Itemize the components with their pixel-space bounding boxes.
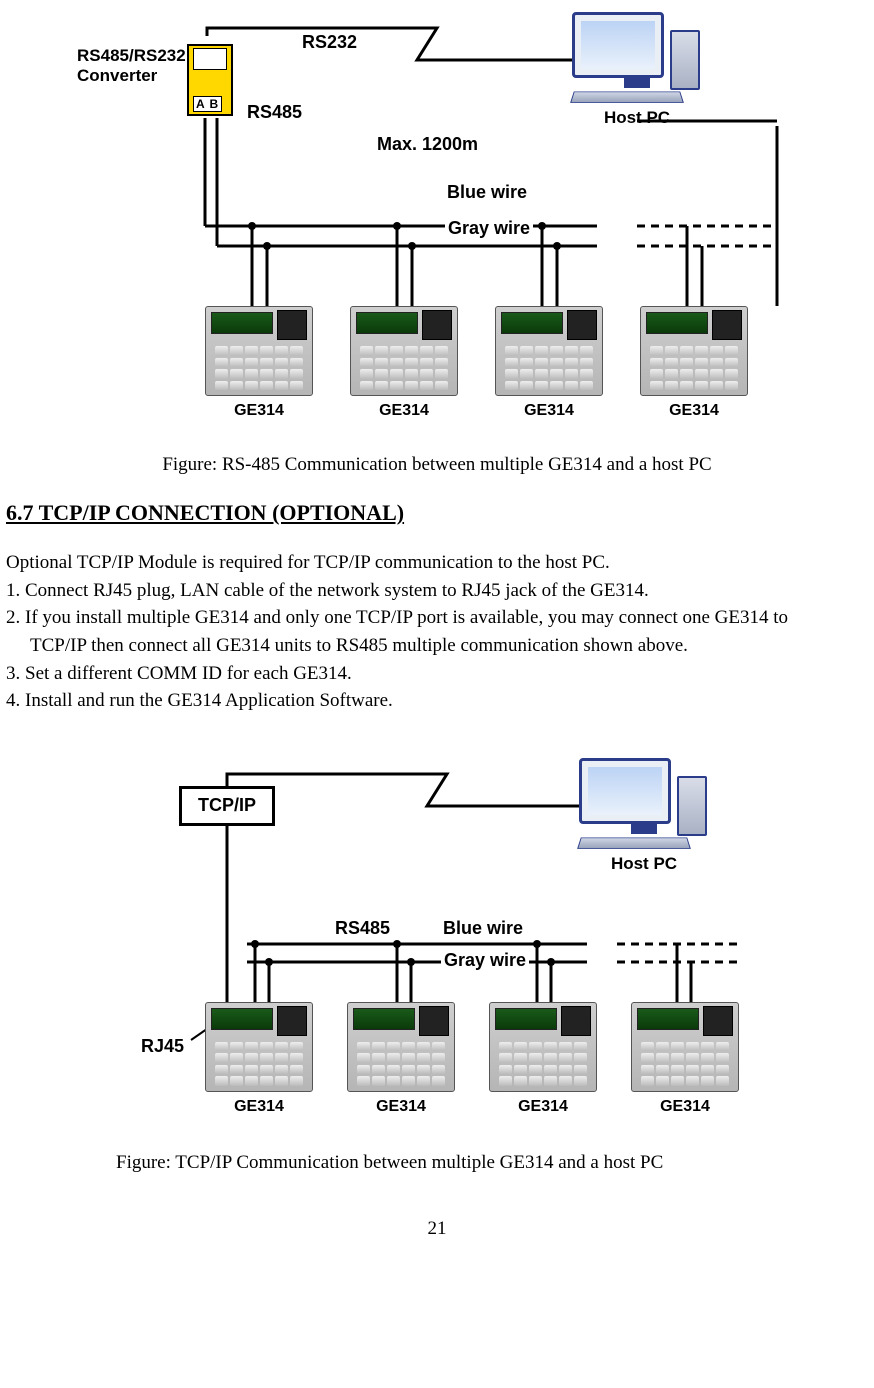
figure-tcpip: TCP/IP RS485 Blue wire Gray wire RJ45 Ho…	[6, 754, 868, 1134]
tcpip-box-label: TCP/IP	[198, 795, 256, 816]
device2-4-label: GE314	[631, 1098, 739, 1116]
device-1: GE314	[205, 306, 313, 420]
host-pc-2-label: Host PC	[579, 854, 709, 874]
page-number: 21	[6, 1218, 868, 1240]
pc-stand-icon	[624, 78, 650, 88]
section-p4: 4. Install and run the GE314 Application…	[6, 688, 868, 714]
converter-ab-label: A B	[193, 96, 222, 112]
device-4-label: GE314	[640, 402, 748, 420]
device-2-label: GE314	[350, 402, 458, 420]
pc-stand-icon	[631, 824, 657, 834]
pc-keyboard-icon	[570, 91, 684, 102]
pc-monitor-icon	[572, 12, 664, 78]
pc-tower-icon	[677, 776, 707, 836]
device-3-label: GE314	[495, 402, 603, 420]
label-blue-wire: Blue wire	[447, 182, 527, 203]
label-rj45: RJ45	[141, 1036, 184, 1057]
section-p3: 3. Set a different COMM ID for each GE31…	[6, 661, 868, 687]
device2-3: GE314	[489, 1002, 597, 1116]
device-reader-icon	[277, 310, 307, 340]
label-gray-wire-2: Gray wire	[441, 950, 529, 971]
device-keypad-icon	[215, 346, 303, 390]
device-3: GE314	[495, 306, 603, 420]
section-heading: 6.7 TCP/IP CONNECTION (OPTIONAL)	[6, 500, 868, 526]
converter-box: A B	[187, 44, 233, 116]
device-body-icon	[205, 306, 313, 396]
device-4: GE314	[640, 306, 748, 420]
figure-rs485: A B RS485/RS232 Converter RS232 RS485 Ma…	[6, 6, 868, 436]
converter-title-l2: Converter	[77, 66, 157, 85]
tcpip-box: TCP/IP	[179, 786, 275, 826]
host-pc-2: Host PC	[579, 758, 709, 874]
pc-monitor-icon	[579, 758, 671, 824]
converter-title: RS485/RS232 Converter	[77, 46, 186, 85]
pc-tower-icon	[670, 30, 700, 90]
pc-keyboard-icon	[577, 837, 691, 848]
converter-port	[193, 48, 227, 70]
figure1-caption: Figure: RS-485 Communication between mul…	[6, 454, 868, 476]
host-pc-label: Host PC	[572, 108, 702, 128]
label-blue-wire-2: Blue wire	[443, 918, 523, 939]
host-pc: Host PC	[572, 12, 702, 128]
device2-2-label: GE314	[347, 1098, 455, 1116]
section-p0: Optional TCP/IP Module is required for T…	[6, 550, 868, 576]
figure-rs485-canvas: A B RS485/RS232 Converter RS232 RS485 Ma…	[77, 6, 797, 436]
device2-1-label: GE314	[205, 1098, 313, 1116]
label-rs485: RS485	[247, 102, 302, 123]
converter-title-l1: RS485/RS232	[77, 46, 186, 65]
device-screen-icon	[211, 312, 273, 334]
device2-3-label: GE314	[489, 1098, 597, 1116]
figure2-caption: Figure: TCP/IP Communication between mul…	[6, 1152, 868, 1174]
section-p2b: TCP/IP then connect all GE314 units to R…	[6, 633, 868, 659]
label-rs232: RS232	[302, 32, 357, 53]
device-2: GE314	[350, 306, 458, 420]
device2-4: GE314	[631, 1002, 739, 1116]
label-rs485-2: RS485	[335, 918, 390, 939]
device2-2: GE314	[347, 1002, 455, 1116]
label-max: Max. 1200m	[377, 134, 478, 155]
device2-1: GE314	[205, 1002, 313, 1116]
label-gray-wire: Gray wire	[445, 218, 533, 239]
device-1-label: GE314	[205, 402, 313, 420]
figure-tcpip-canvas: TCP/IP RS485 Blue wire Gray wire RJ45 Ho…	[97, 754, 777, 1134]
section-p2a: 2. If you install multiple GE314 and onl…	[6, 605, 868, 631]
section-p1: 1. Connect RJ45 plug, LAN cable of the n…	[6, 578, 868, 604]
